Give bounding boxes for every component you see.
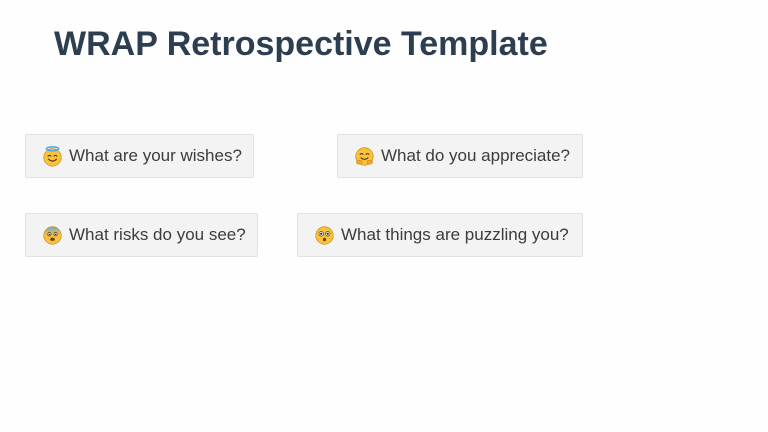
astonished-face-icon: [315, 225, 334, 245]
page-title: WRAP Retrospective Template: [54, 25, 548, 63]
fearful-face-icon: [43, 225, 62, 245]
halo-smiling-face-icon: [43, 145, 62, 166]
card-puzzling[interactable]: What things are puzzling you?: [297, 213, 583, 257]
card-appreciate[interactable]: What do you appreciate?: [337, 134, 583, 178]
card-wishes-label: What are your wishes?: [69, 146, 242, 165]
card-risks[interactable]: What risks do you see?: [25, 213, 258, 257]
card-puzzling-label: What things are puzzling you?: [341, 225, 569, 244]
card-wishes[interactable]: What are your wishes?: [25, 134, 254, 178]
hugging-face-icon: [355, 146, 374, 166]
card-risks-label: What risks do you see?: [69, 225, 246, 244]
card-appreciate-label: What do you appreciate?: [381, 146, 571, 165]
